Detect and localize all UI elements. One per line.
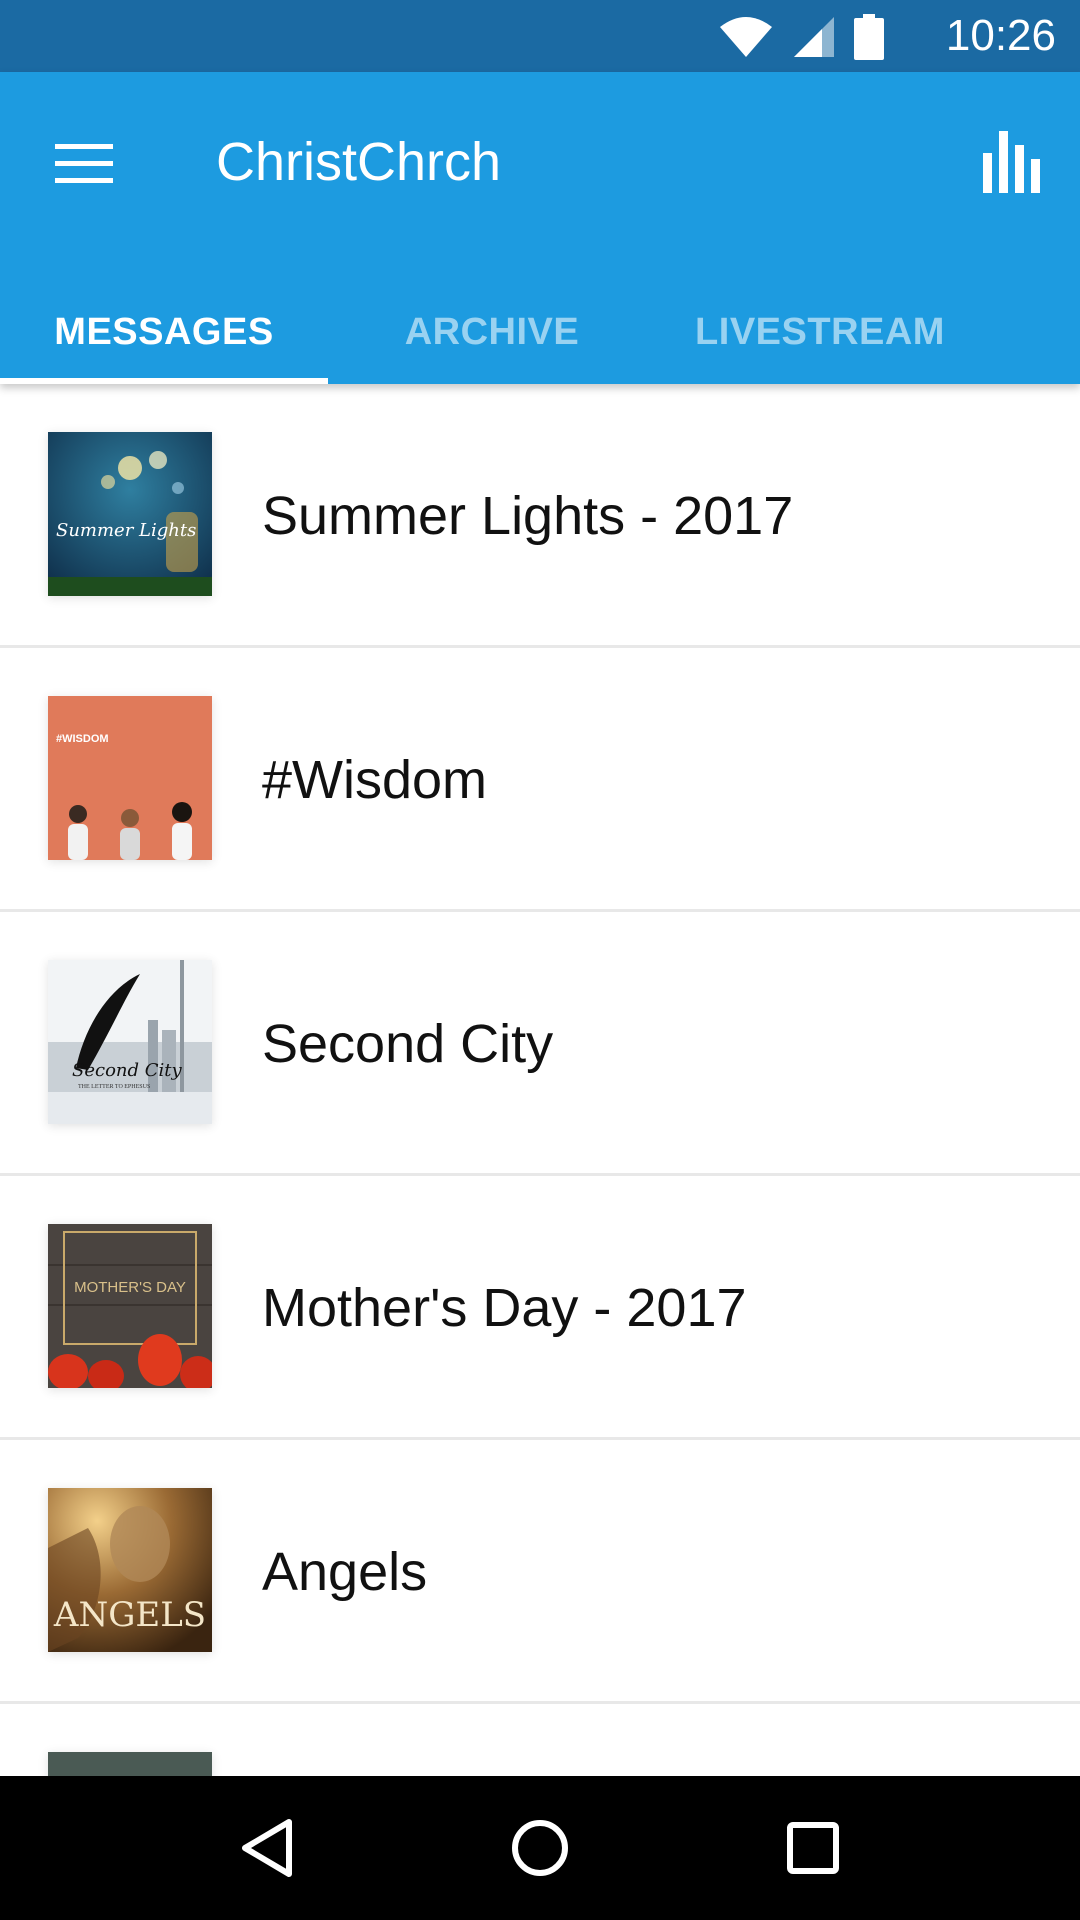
thumb-text: MOTHER'S DAY (74, 1279, 186, 1296)
app-title: ChristChrch (216, 132, 502, 192)
list-item[interactable]: Summer Lights Summer Lights - 2017 (0, 384, 1080, 648)
messages-list: Summer Lights Summer Lights - 2017 #WISD… (0, 384, 1080, 1776)
thumb-text: Second City (72, 1060, 183, 1081)
message-thumbnail: #WISDOM (48, 696, 212, 860)
status-icons (718, 14, 884, 60)
message-title: Second City (262, 1014, 554, 1074)
message-title: Summer Lights - 2017 (262, 486, 794, 546)
list-item[interactable]: ANGELS Angels (0, 1440, 1080, 1704)
message-title: Mother's Day - 2017 (262, 1278, 747, 1338)
bar-chart-icon (983, 131, 1040, 193)
stats-button[interactable] (968, 118, 1056, 206)
signal-icon (794, 17, 834, 57)
back-button[interactable] (207, 1788, 327, 1908)
status-bar: 10:26 (0, 0, 1080, 72)
menu-button[interactable] (40, 120, 128, 208)
list-item[interactable]: #WISDOM #Wisdom (0, 648, 1080, 912)
battery-icon (854, 14, 884, 60)
message-thumbnail: MOTHER'S DAY (48, 1224, 212, 1388)
tab-messages[interactable]: MESSAGES (0, 280, 328, 384)
message-thumbnail: ANGELS (48, 1488, 212, 1652)
recents-square-icon (787, 1822, 840, 1874)
thumb-text: ANGELS (53, 1595, 206, 1635)
recents-button[interactable] (753, 1788, 873, 1908)
app-bar: ChristChrch MESSAGES ARCHIVE LIVESTREAM (0, 72, 1080, 384)
status-time: 10:26 (945, 11, 1056, 60)
tab-bar: MESSAGES ARCHIVE LIVESTREAM (0, 280, 1080, 384)
wifi-icon (720, 17, 772, 57)
hamburger-menu-icon (55, 144, 113, 183)
message-thumbnail: Summer Lights (48, 432, 212, 596)
message-thumbnail (48, 1752, 212, 1776)
tab-archive[interactable]: ARCHIVE (328, 280, 656, 384)
list-item[interactable]: MOTHER'S DAY Mother's Day - 2017 (0, 1176, 1080, 1440)
tab-indicator (0, 378, 328, 384)
tab-livestream[interactable]: LIVESTREAM (656, 280, 984, 384)
back-triangle-icon (241, 1819, 292, 1877)
thumb-text: #WISDOM (56, 733, 109, 745)
navigation-bar (0, 1776, 1080, 1920)
home-circle-icon (511, 1820, 568, 1876)
message-title: #Wisdom (262, 750, 488, 810)
list-item[interactable] (0, 1704, 1080, 1776)
home-button[interactable] (480, 1788, 600, 1908)
thumb-subtext: THE LETTER TO EPHESUS (78, 1084, 150, 1090)
list-item[interactable]: Second City THE LETTER TO EPHESUS Second… (0, 912, 1080, 1176)
message-thumbnail: Second City THE LETTER TO EPHESUS (48, 960, 212, 1124)
thumb-text: Summer Lights (56, 520, 196, 541)
message-title: Angels (262, 1542, 428, 1602)
